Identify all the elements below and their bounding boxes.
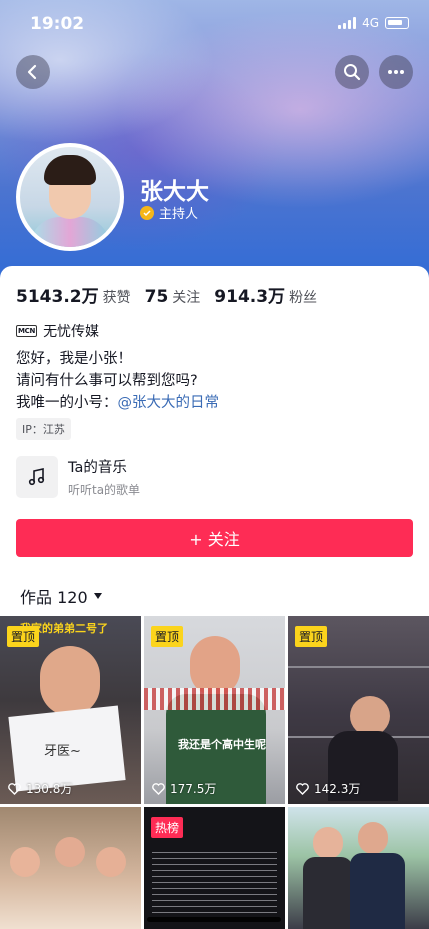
more-horizontal-icon [388,70,404,74]
music-icon-box [16,456,58,498]
network-type: 4G [362,16,379,30]
tab-works-label: 作品 120 [20,588,88,607]
bio-line: 请问有什么事可以帮到您吗? [16,373,198,389]
org-row[interactable]: MCN 无忧传媒 [16,321,99,341]
hot-badge: 热榜 [151,817,184,838]
pinned-badge: 置顶 [295,626,328,647]
video-tile[interactable]: 热榜 [144,807,285,929]
video-tile[interactable]: 我还是个高中生呢 置顶 177.5万 [144,616,285,804]
more-button[interactable] [379,55,413,89]
bio: 您好，我是小张！ 请问有什么事可以帮到您吗? 我唯一的小号：@张大大的日常 [16,348,219,414]
stat-followers-num: 914.3万 [214,287,286,307]
music-note-icon [28,468,45,486]
chevron-left-icon [27,64,37,80]
video-tile[interactable]: 我家的弟弟二号了 牙医~ 置顶 130.8万 [0,616,141,804]
stat-following-label: 关注 [172,290,201,306]
home-indicator [147,917,281,922]
back-button[interactable] [16,55,50,89]
stat-likes-label: 获赞 [102,290,131,306]
like-count: 142.3万 [296,780,360,797]
music-subtitle: 听听ta的歌单 [68,483,141,497]
org-name: 无忧传媒 [43,324,100,340]
video-caption: 我还是个高中生呢 [178,738,266,751]
stat-followers[interactable]: 914.3万 粉丝 [214,282,317,307]
role-label: 主持人 [159,207,199,222]
stat-following-num: 75 [144,287,169,307]
status-icons: 4G [338,16,409,30]
follow-button[interactable]: + 关注 [16,519,413,557]
mcn-icon: MCN [16,325,38,337]
search-button[interactable] [335,55,369,89]
heart-icon [152,782,165,795]
stat-likes-num: 5143.2万 [16,287,99,307]
like-count-value: 177.5万 [170,782,217,796]
bio-line: 您好，我是小张！ [16,351,132,367]
stat-likes[interactable]: 5143.2万 获赞 [16,282,131,307]
music-entry[interactable]: Ta的音乐 听听ta的歌单 [16,456,140,498]
like-count: 130.8万 [8,780,72,797]
avatar[interactable] [16,143,124,251]
pinned-badge: 置顶 [151,626,184,647]
stat-followers-label: 粉丝 [289,290,318,306]
chevron-down-icon [93,593,102,599]
pinned-badge: 置顶 [7,626,40,647]
status-bar: 19:02 4G [0,0,429,44]
avatar-image [20,147,120,247]
video-tile[interactable] [288,807,429,929]
bio-prefix: 我唯一的小号： [16,395,118,411]
video-caption: 牙医~ [44,744,81,759]
stat-following[interactable]: 75 关注 [145,287,201,307]
status-time: 19:02 [30,14,85,34]
music-title: Ta的音乐 [68,460,127,476]
profile-name: 张大大 [140,179,209,205]
like-count: 177.5万 [152,780,216,797]
heart-icon [8,782,21,795]
bio-line: 我唯一的小号：@张大大的日常 [16,392,219,414]
video-tile[interactable]: 置顶 142.3万 [288,616,429,804]
like-count-value: 142.3万 [314,782,361,796]
like-count-value: 130.8万 [26,782,73,796]
search-icon [344,64,361,81]
signal-icon [338,17,357,29]
video-tile[interactable] [0,807,141,929]
heart-icon [296,782,309,795]
profile-card: 5143.2万 获赞 75 关注 914.3万 粉丝 MCN 无忧传媒 您好，我… [0,266,429,929]
ip-tag: IP：江苏 [16,418,71,440]
verified-icon [140,205,154,220]
battery-icon [385,17,409,29]
role-badge: 主持人 [140,203,198,222]
tab-works[interactable]: 作品 120 [20,584,102,608]
profile-banner: 19:02 4G 张大大 主持人 [0,0,429,290]
bio-link[interactable]: @张大大的日常 [118,395,220,411]
stats-row: 5143.2万 获赞 75 关注 914.3万 粉丝 [16,282,317,307]
